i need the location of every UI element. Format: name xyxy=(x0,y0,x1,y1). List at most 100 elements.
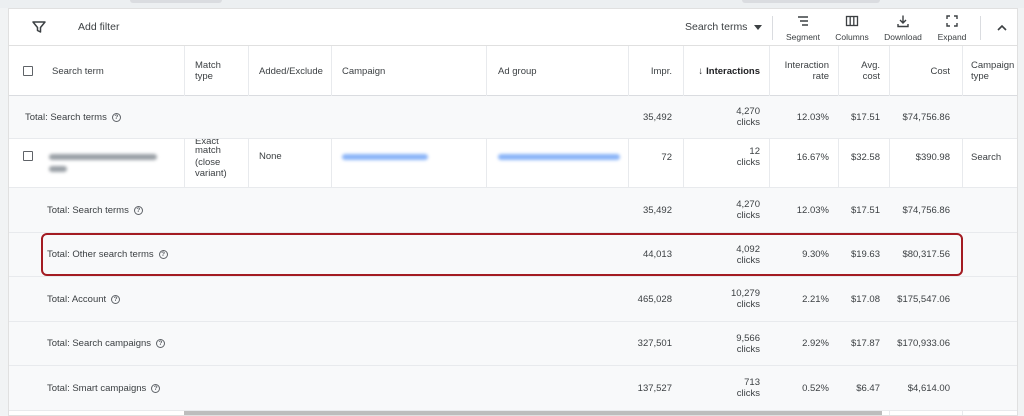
help-circle-icon[interactable]: ? xyxy=(111,294,121,304)
blurred-search-term xyxy=(49,166,67,172)
header-interactions[interactable]: ↓ Interactions xyxy=(685,46,760,96)
header-interactions-label: Interactions xyxy=(706,65,760,77)
blurred-search-term xyxy=(49,154,157,160)
segment-label: Segment xyxy=(785,32,821,42)
toolbar-divider xyxy=(980,16,981,40)
interactions-unit: clicks xyxy=(736,388,760,399)
avg-cost-value: $17.08 xyxy=(850,293,880,305)
total-label: Total: Account xyxy=(47,293,107,305)
impr-value: 137,527 xyxy=(637,382,672,394)
match-type-line3: variant) xyxy=(195,168,227,179)
header-interaction-rate[interactable]: Interaction rate xyxy=(771,46,829,96)
row-label: Total: Account ? xyxy=(47,277,182,321)
header-impr[interactable]: Impr. xyxy=(631,46,672,96)
expand-icon xyxy=(946,15,958,27)
interactions-unit: clicks xyxy=(736,343,760,355)
help-circle-icon[interactable]: ? xyxy=(133,205,143,215)
segment-icon xyxy=(798,16,808,26)
table-row-total-search-campaigns: Total: Search campaigns ? 327,501 9,566 … xyxy=(9,322,1017,366)
blurred-campaign-name xyxy=(342,154,428,160)
campaign-type-value: Search xyxy=(971,152,1002,163)
impr-value: 72 xyxy=(661,152,672,163)
header-search-term[interactable]: Search term xyxy=(52,46,182,96)
horizontal-scrollbar[interactable] xyxy=(184,411,882,415)
impr-value: 327,501 xyxy=(637,338,672,349)
interaction-rate-value: 12.03% xyxy=(796,204,829,216)
help-circle-icon[interactable]: ? xyxy=(151,383,161,393)
row-label: Total: Search terms ? xyxy=(47,188,182,232)
row-label: Total: Smart campaigns ? xyxy=(47,366,182,410)
match-type-value: Exact match (close variant) xyxy=(195,139,250,187)
top-tab-edge xyxy=(130,0,222,3)
help-circle-icon[interactable]: ? xyxy=(111,112,121,122)
top-strip xyxy=(0,0,1024,8)
download-icon xyxy=(897,15,909,28)
sort-desc-icon: ↓ xyxy=(698,65,704,77)
filter-icon[interactable] xyxy=(31,19,47,35)
select-all-checkbox[interactable] xyxy=(23,66,33,76)
impr-value: 35,492 xyxy=(642,111,672,123)
interactions-count: 713 xyxy=(744,377,760,388)
top-tab-edge xyxy=(742,0,880,3)
interactions-count: 10,279 xyxy=(730,288,760,299)
interactions-value: 10,279 clicks xyxy=(685,277,760,321)
header-ad-group[interactable]: Ad group xyxy=(498,46,628,96)
ad-group-link-blurred[interactable] xyxy=(498,139,628,187)
impr-value: 35,492 xyxy=(642,204,672,216)
interaction-rate-value: 16.67% xyxy=(796,152,829,163)
added-excluded-value: None xyxy=(259,151,282,162)
row-label: Total: Search campaigns ? xyxy=(47,322,182,365)
impr-value: 465,028 xyxy=(637,293,672,305)
header-avg-cost[interactable]: Avg. cost xyxy=(840,46,880,96)
interactions-count: 4,270 xyxy=(736,106,760,117)
table-header: Search term Match type Added/Exclude Cam… xyxy=(9,46,1017,96)
blurred-ad-group-name xyxy=(498,154,620,160)
search-terms-table-card: Add filter Search terms Segment Columns xyxy=(8,8,1018,416)
interaction-rate-value: 0.52% xyxy=(802,382,829,394)
total-label: Total: Search terms xyxy=(25,111,107,123)
interactions-value: 9,566 clicks xyxy=(685,322,760,365)
interaction-rate-value: 2.21% xyxy=(802,293,829,305)
table-row-total-search-terms: Total: Search terms ? 35,492 4,270 click… xyxy=(9,188,1017,233)
help-circle-icon[interactable]: ? xyxy=(156,339,166,348)
interactions-unit: clicks xyxy=(736,210,760,221)
interactions-unit: clicks xyxy=(736,157,760,168)
interactions-unit: clicks xyxy=(736,117,760,128)
highlight-box-other-search-terms xyxy=(41,233,963,276)
expand-button[interactable]: Expand xyxy=(927,14,977,42)
total-label: Total: Search terms xyxy=(47,204,129,216)
header-interaction-rate-line1: Interaction xyxy=(784,60,829,71)
interactions-value: 4,270 clicks xyxy=(685,188,760,232)
header-match-type-line1: Match xyxy=(195,60,221,71)
cost-value: $4,614.00 xyxy=(907,382,950,394)
header-campaign-type-line1: Campaign xyxy=(971,60,1015,71)
download-label: Download xyxy=(884,32,922,42)
segment-button[interactable]: Segment xyxy=(778,14,828,42)
header-added-excluded[interactable]: Added/Exclude xyxy=(259,46,335,96)
avg-cost-value: $17.87 xyxy=(850,338,880,349)
interaction-rate-value: 2.92% xyxy=(802,338,829,349)
cost-value: $170,933.06 xyxy=(897,338,950,349)
search-terms-dropdown[interactable]: Search terms xyxy=(685,21,763,33)
expand-label: Expand xyxy=(937,32,967,42)
chevron-up-icon[interactable] xyxy=(994,20,1010,36)
table-toolbar: Add filter Search terms Segment Columns xyxy=(9,9,1017,46)
interactions-value: 713 clicks xyxy=(685,366,760,410)
header-cost[interactable]: Cost xyxy=(891,46,950,96)
search-term-blurred[interactable] xyxy=(49,139,179,187)
columns-button[interactable]: Columns xyxy=(827,14,877,42)
header-avg-cost-line2: cost xyxy=(862,71,880,82)
header-match-type[interactable]: Match type xyxy=(195,46,250,96)
avg-cost-value: $17.51 xyxy=(850,111,880,123)
campaign-link-blurred[interactable] xyxy=(342,139,482,187)
header-avg-cost-line1: Avg. xyxy=(861,60,880,71)
download-button[interactable]: Download xyxy=(878,14,928,42)
total-label: Total: Search campaigns xyxy=(47,338,152,349)
row-checkbox[interactable] xyxy=(23,151,33,161)
columns-icon xyxy=(845,15,859,27)
add-filter-button[interactable]: Add filter xyxy=(78,21,119,33)
header-campaign-type[interactable]: Campaign type xyxy=(971,46,1016,96)
cost-value: $74,756.86 xyxy=(902,204,950,216)
header-campaign[interactable]: Campaign xyxy=(342,46,482,96)
match-type-line2: (close xyxy=(195,156,221,168)
